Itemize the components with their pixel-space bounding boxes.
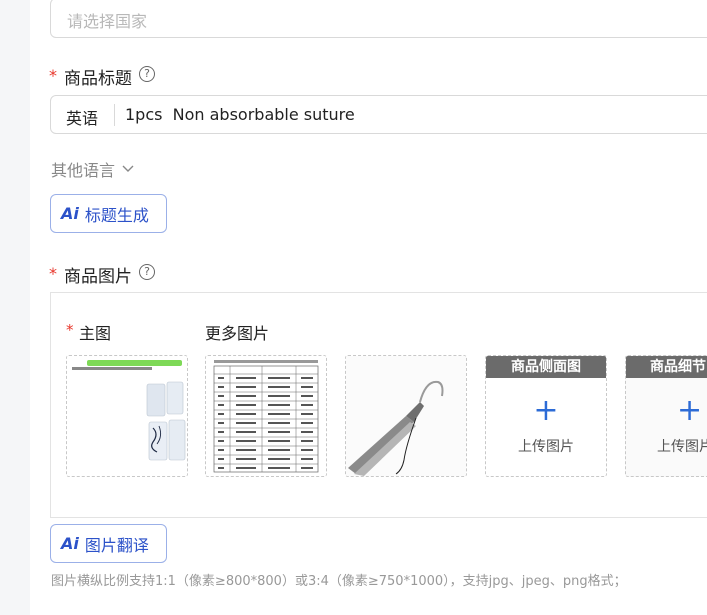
upload-detail-image-slot[interactable]: 商品细节 + 上传图片 xyxy=(625,355,707,477)
plus-icon: + xyxy=(677,393,703,428)
upload-detail-image-title: 商品细节 xyxy=(626,356,707,378)
country-placeholder: 请选择国家 xyxy=(67,12,148,31)
question-circle-icon[interactable]: ? xyxy=(139,66,155,82)
title-label: 商品标题 xyxy=(64,69,132,89)
title-required-mark: * xyxy=(49,66,57,85)
title-value: 1pcs Non absorbable suture xyxy=(125,105,355,124)
ai-logo-icon: Ai xyxy=(61,204,79,223)
upload-detail-image-text: 上传图片 xyxy=(657,439,707,455)
upload-side-image-title: 商品侧面图 xyxy=(486,356,606,378)
more-image-thumbnail-table[interactable] xyxy=(205,355,327,477)
ai-title-generate-button[interactable]: Ai 标题生成 xyxy=(50,194,167,233)
upload-side-image-slot[interactable]: 商品侧面图 + 上传图片 xyxy=(485,355,607,477)
more-images-label: 更多图片 xyxy=(205,324,270,343)
main-image-label: 主图 xyxy=(79,324,112,343)
image-format-hint: 图片横纵比例支持1:1（像素≥800*800）或3:4（像素≥750*1000）… xyxy=(51,574,627,589)
main-image-required-mark: * xyxy=(66,321,74,339)
other-languages-label: 其他语言 xyxy=(51,161,116,180)
ai-image-translate-button[interactable]: Ai 图片翻译 xyxy=(50,524,167,563)
needle-holder-image xyxy=(346,356,466,476)
question-circle-icon[interactable]: ? xyxy=(139,264,155,280)
plus-icon: + xyxy=(533,393,559,428)
upload-side-image-text: 上传图片 xyxy=(518,439,574,455)
images-label: 商品图片 xyxy=(64,267,132,287)
country-select[interactable]: 请选择国家 xyxy=(50,0,707,38)
ai-title-generate-label: 标题生成 xyxy=(84,205,149,225)
main-image-thumbnail[interactable] xyxy=(66,355,188,477)
title-input[interactable]: 英语 1pcs Non absorbable suture xyxy=(50,95,707,134)
ai-image-translate-label: 图片翻译 xyxy=(84,535,149,555)
chevron-down-icon xyxy=(122,165,134,172)
product-form-panel: 请选择国家 * 商品标题 ? 英语 1pcs Non absorbable su… xyxy=(30,0,707,615)
title-divider xyxy=(114,104,115,126)
title-language-label: 英语 xyxy=(66,109,99,128)
other-languages-toggle[interactable]: 其他语言 xyxy=(51,157,135,181)
ai-logo-icon: Ai xyxy=(61,534,79,553)
images-required-mark: * xyxy=(49,264,57,283)
size-table-image xyxy=(206,356,326,476)
suture-package-image xyxy=(67,356,187,476)
more-image-thumbnail-needle[interactable] xyxy=(345,355,467,477)
